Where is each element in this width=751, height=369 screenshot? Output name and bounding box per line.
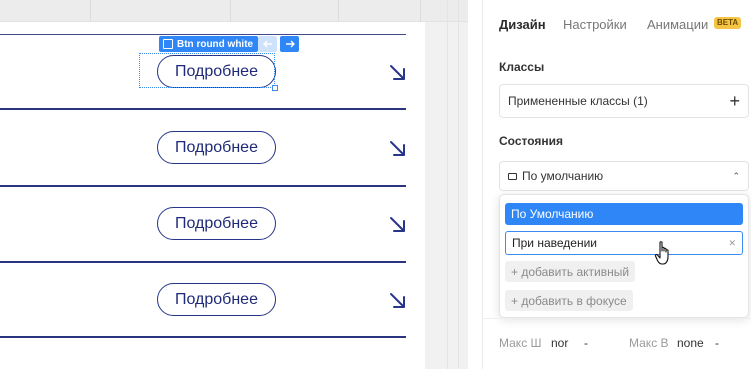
max-height-input[interactable]: none [677,336,704,350]
applied-classes-label: Примененные классы (1) [508,94,648,108]
max-height-label: Макс В [629,336,669,350]
arrow-left-icon [262,40,272,48]
move-right-button[interactable] [280,36,299,52]
ruler-mark [230,0,231,22]
ruler-mark [420,0,421,22]
state-dropdown: По Умолчанию При наведении ✕ + добавить … [499,194,749,318]
arrow-down-right-icon[interactable] [388,139,408,159]
applied-classes-field[interactable]: Примененные классы (1) + [499,84,749,118]
panel-tabs: Дизайн Настройки Анимации BETA [483,0,751,46]
divider [483,318,751,319]
move-left-button[interactable] [258,36,277,52]
details-button[interactable]: Подробнее [157,207,276,240]
guide-line [447,0,448,369]
style-panel: Дизайн Настройки Анимации BETA Классы Пр… [482,0,751,369]
ruler-mark [338,0,339,22]
arrow-down-right-icon[interactable] [388,63,408,83]
add-focus-state-button[interactable]: + добавить в фокусе [505,290,633,311]
resize-handle[interactable] [272,85,278,91]
details-button[interactable]: Подробнее [157,55,276,88]
max-width-unit[interactable]: - [584,336,588,350]
state-option-default[interactable]: По Умолчанию [505,203,743,225]
state-hover-value: При наведении [512,236,597,250]
hand-cursor-icon [654,241,669,265]
canvas-area[interactable]: Подробнее Подробнее Подробнее Подробнее … [0,0,468,369]
top-ruler [0,0,468,22]
row-divider [0,34,406,35]
state-select[interactable]: По умолчанию ⌃ [499,161,749,191]
close-icon[interactable]: ✕ [728,238,736,249]
tab-design[interactable]: Дизайн [499,17,546,32]
add-active-state-button[interactable]: + добавить активный [505,261,636,282]
row-divider [0,108,406,110]
max-width-label: Макс Ш [499,336,542,350]
chevron-up-icon: ⌃ [732,170,740,181]
row-divider [0,185,406,187]
classes-title: Классы [499,60,545,74]
arrow-down-right-icon[interactable] [388,291,408,311]
guide-line [458,0,459,369]
tab-settings[interactable]: Настройки [563,17,627,32]
add-class-icon[interactable]: + [729,92,740,110]
device-icon [508,172,517,180]
beta-badge: BETA [714,17,742,29]
component-icon [163,39,173,49]
max-width-input[interactable]: nor [551,336,568,350]
tab-animations[interactable]: Анимации [647,17,708,32]
states-title: Состояния [499,134,564,148]
details-button[interactable]: Подробнее [157,283,276,316]
arrow-down-right-icon[interactable] [388,215,408,235]
row-divider [0,261,406,263]
selected-element-label: Btn round white [177,38,254,50]
row-divider [0,336,406,338]
max-height-unit[interactable]: - [715,336,719,350]
arrow-right-icon [285,40,295,48]
selected-element-tag[interactable]: Btn round white [159,36,259,52]
ruler-mark [90,0,91,22]
state-hover-input[interactable]: При наведении ✕ [505,231,743,255]
state-select-value: По умолчанию [522,169,604,183]
details-button[interactable]: Подробнее [157,131,276,164]
